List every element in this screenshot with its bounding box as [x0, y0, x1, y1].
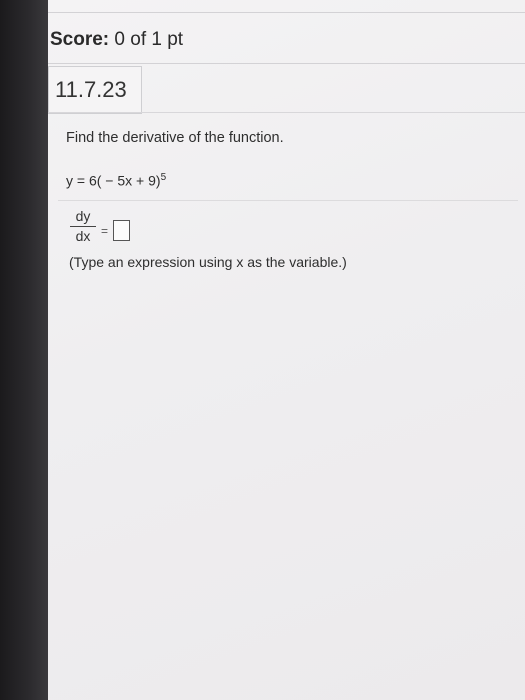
question-panel: Score: 0 of 1 pt 11.7.23 Find the deriva… [48, 0, 525, 700]
derivative-fraction: dy dx [70, 208, 96, 245]
fraction-bar [70, 226, 96, 227]
score-bar: Score: 0 of 1 pt [48, 12, 525, 64]
function-base: y = 6( − 5x + 9) [66, 172, 161, 189]
function-exponent: 5 [160, 172, 167, 183]
answer-hint: (Type an expression using x as the varia… [69, 254, 347, 270]
question-id-box: 11.7.23 [48, 66, 142, 114]
answer-input[interactable] [113, 220, 130, 241]
fraction-numerator: dy [75, 208, 91, 224]
score-value: 0 of 1 pt [114, 29, 184, 50]
function-expression: y = 6( − 5x + 9)5 [66, 172, 166, 189]
fraction-denominator: dx [75, 228, 91, 244]
score-label: Score: [50, 29, 110, 50]
equals-sign: = [101, 224, 109, 238]
screen-bezel [0, 0, 48, 700]
header-divider [48, 112, 525, 113]
content-divider [58, 200, 518, 201]
question-id: 11.7.23 [55, 77, 127, 102]
score-display: Score: 0 of 1 pt [50, 29, 183, 51]
question-prompt: Find the derivative of the function. [66, 130, 284, 146]
